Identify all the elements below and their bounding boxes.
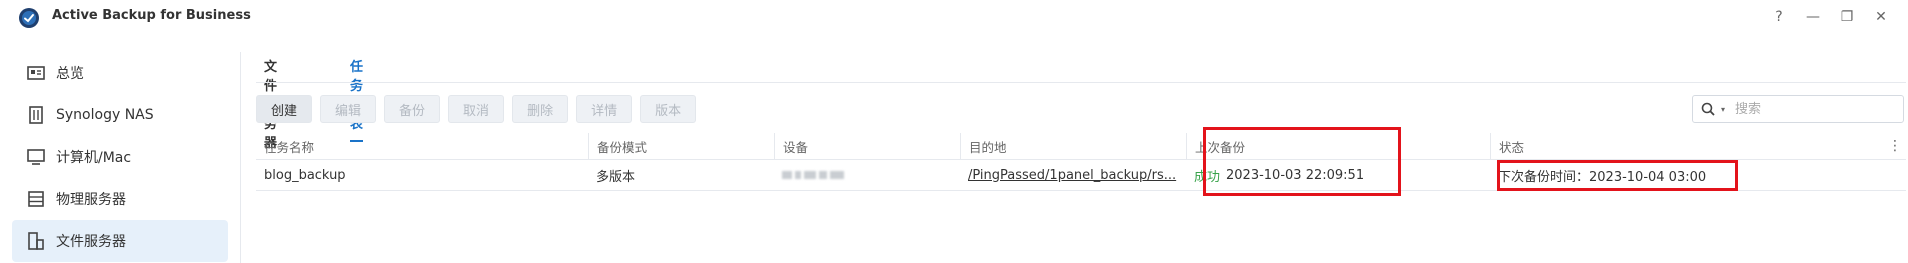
table-row[interactable]: blog_backup 多版本 /PingPassed/1panel_backu… — [256, 160, 1906, 191]
app-title: Active Backup for Business — [52, 8, 251, 23]
title-bar: Active Backup for Business ? — ❐ ✕ — [0, 0, 1908, 34]
create-button[interactable]: 创建 — [256, 95, 313, 123]
sidebar-item-label: 总览 — [56, 66, 84, 82]
sidebar-item-label: 计算机/Mac — [56, 150, 132, 166]
restore-button[interactable]: ❐ — [1830, 6, 1864, 28]
close-button[interactable]: ✕ — [1864, 6, 1898, 28]
column-menu-icon[interactable]: ⋮ — [1888, 133, 1902, 159]
sidebar-item-label: Synology NAS — [56, 107, 154, 123]
cell-status: 下次备份时间：2023-10-04 03:00 — [1498, 169, 1707, 185]
minimize-button[interactable]: — — [1796, 6, 1830, 28]
tabs-divider — [256, 82, 1906, 83]
nas-icon — [26, 105, 46, 125]
destination-link[interactable]: /PingPassed/1panel_backup/rs... — [968, 168, 1176, 183]
sidebar-item-computer-mac[interactable]: 计算机/Mac — [12, 136, 228, 178]
version-button[interactable]: 版本 — [640, 95, 697, 123]
app-logo-icon — [18, 7, 40, 29]
last-backup-time: 2023-10-03 22:09:51 — [1226, 167, 1365, 183]
task-table: 任务名称 备份模式 设备 目的地 上次备份 状态 ⋮ blog_backup 多… — [256, 133, 1906, 191]
details-button[interactable]: 详情 — [576, 95, 633, 123]
success-status-text: 成功 — [1194, 169, 1221, 185]
backup-button[interactable]: 备份 — [384, 95, 441, 123]
sidebar-item-synology-nas[interactable]: Synology NAS — [12, 94, 228, 136]
search-box[interactable]: ▾ — [1692, 95, 1904, 123]
cancel-button[interactable]: 取消 — [448, 95, 505, 123]
sidebar-item-label: 文件服务器 — [56, 234, 126, 250]
help-button[interactable]: ? — [1762, 6, 1796, 28]
column-header-task-name[interactable]: 任务名称 — [256, 133, 588, 159]
overview-icon — [26, 63, 46, 83]
table-header: 任务名称 备份模式 设备 目的地 上次备份 状态 ⋮ — [256, 133, 1906, 160]
delete-button[interactable]: 删除 — [512, 95, 569, 123]
sidebar-item-overview[interactable]: 总览 — [12, 52, 228, 94]
column-header-last-backup[interactable]: 上次备份 — [1186, 133, 1490, 159]
server-icon — [26, 189, 46, 209]
column-header-backup-mode[interactable]: 备份模式 — [588, 133, 774, 159]
sidebar: 总览 Synology NAS 计算机/Mac 物理服务器 文件服务器 — [0, 52, 241, 263]
sidebar-item-physical-server[interactable]: 物理服务器 — [12, 178, 228, 220]
sidebar-item-file-server[interactable]: 文件服务器 — [12, 220, 228, 262]
column-header-destination[interactable]: 目的地 — [960, 133, 1186, 159]
column-header-status[interactable]: 状态 — [1490, 133, 1880, 159]
cell-last-backup: 成功 2023-10-03 22:09:51 — [1186, 160, 1490, 190]
computer-icon — [26, 147, 46, 167]
file-server-icon — [26, 231, 46, 251]
cell-task-name: blog_backup — [264, 167, 346, 183]
search-icon[interactable] — [1701, 102, 1723, 116]
column-header-device[interactable]: 设备 — [774, 133, 960, 159]
cell-destination: /PingPassed/1panel_backup/rs... — [960, 160, 1186, 190]
cell-device-redacted — [774, 160, 960, 190]
toolbar: 创建 编辑 备份 取消 删除 详情 版本 — [256, 95, 697, 123]
caret-down-icon[interactable]: ▾ — [1721, 105, 1725, 114]
cell-backup-mode: 多版本 — [596, 169, 636, 185]
edit-button[interactable]: 编辑 — [320, 95, 377, 123]
sidebar-item-label: 物理服务器 — [56, 192, 126, 208]
search-input[interactable] — [1733, 100, 1888, 118]
